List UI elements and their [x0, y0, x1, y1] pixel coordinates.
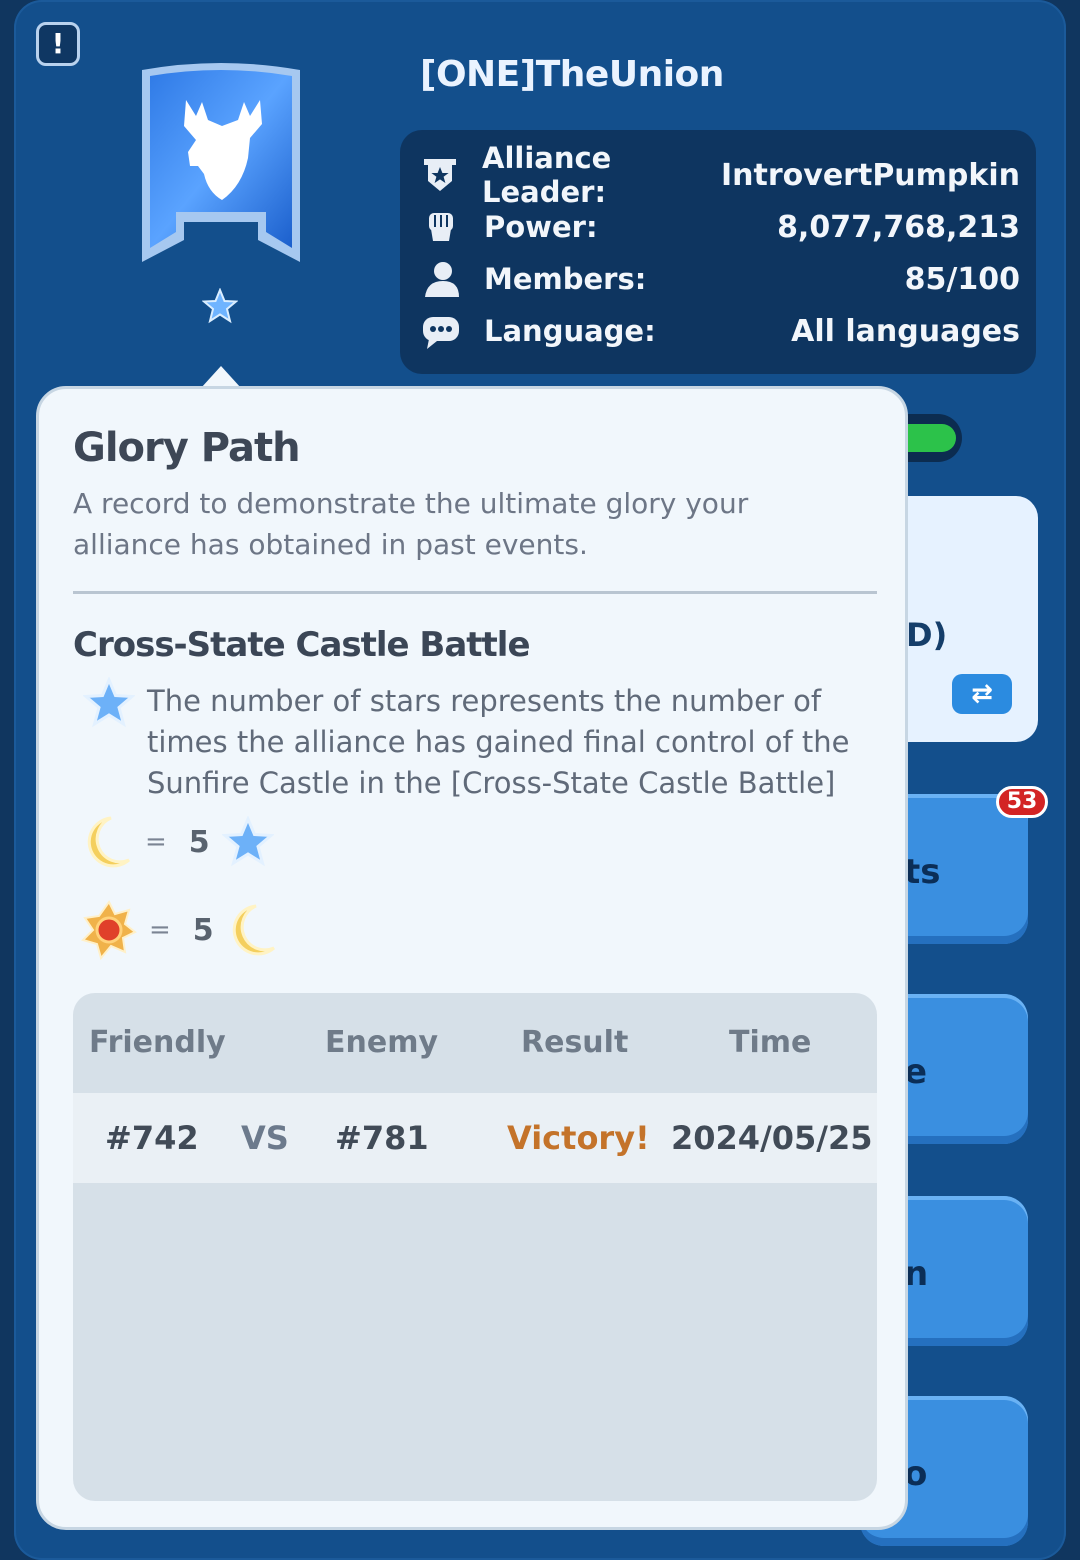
header-friendly: Friendly — [89, 1025, 226, 1060]
tooltip-pointer — [201, 366, 241, 388]
star-icon — [202, 288, 238, 324]
sun-medal-icon — [81, 900, 137, 960]
moose-emblem-icon — [142, 63, 300, 262]
leader-value[interactable]: IntrovertPumpkin — [721, 158, 1020, 193]
notification-badge: 53 — [996, 786, 1048, 818]
leader-row: Alliance Leader: IntrovertPumpkin — [420, 141, 1020, 209]
header-result: Result — [521, 1025, 629, 1060]
person-icon — [420, 258, 462, 300]
vs-label: VS — [241, 1119, 289, 1157]
fist-icon — [420, 206, 462, 248]
power-label: Power: — [484, 210, 598, 244]
swap-icon[interactable]: ⇄ — [952, 674, 1012, 714]
moon-icon — [232, 904, 275, 956]
battle-history-table: Friendly Enemy Result Time #742 VS #781 … — [73, 993, 877, 1501]
leader-label: Alliance Leader: — [482, 141, 612, 209]
equals-sign: = — [149, 915, 171, 945]
divider — [73, 591, 877, 594]
exclamation-icon[interactable]: ! — [36, 22, 80, 66]
alliance-name: [ONE]TheUnion — [420, 54, 724, 95]
glory-path-popup: Glory Path A record to demonstrate the u… — [36, 386, 908, 1530]
power-row: Power: 8,077,768,213 — [420, 204, 1020, 250]
table-header: Friendly Enemy Result Time — [73, 993, 877, 1093]
members-label: Members: — [484, 262, 647, 296]
header-enemy: Enemy — [325, 1025, 439, 1060]
popup-description: A record to demonstrate the ultimate glo… — [73, 487, 749, 561]
language-label: Language: — [484, 314, 656, 348]
language-value: All languages — [791, 313, 1020, 349]
section-title: Cross-State Castle Battle — [73, 625, 531, 665]
sun-to-moon-row: = 5 — [81, 900, 278, 960]
alliance-id-text: D) — [906, 616, 948, 654]
time-value: 2024/05/25 — [671, 1119, 873, 1157]
chat-bubble-icon — [420, 310, 462, 352]
star-icon — [221, 816, 274, 867]
equals-sign: = — [145, 827, 167, 857]
header-time: Time — [729, 1025, 812, 1060]
alliance-info-box: Alliance Leader: IntrovertPumpkin Power:… — [400, 130, 1036, 374]
moon-icon — [87, 816, 130, 868]
enemy-state: #781 — [335, 1119, 429, 1157]
friendly-state: #742 — [105, 1119, 199, 1157]
shield-star-icon — [420, 154, 460, 196]
star-icon — [83, 677, 135, 728]
language-row: Language: All languages — [420, 308, 1020, 354]
moon-to-star-row: = 5 — [81, 813, 274, 871]
result-value: Victory! — [507, 1119, 650, 1157]
star-note: The number of stars represents the numbe… — [147, 684, 850, 800]
members-value: 85/100 — [904, 261, 1020, 297]
table-row[interactable]: #742 VS #781 Victory! 2024/05/25 — [73, 1093, 877, 1183]
conversion-count: 5 — [188, 824, 210, 860]
conversion-count: 5 — [192, 912, 214, 948]
members-row: Members: 85/100 — [420, 256, 1020, 302]
popup-title: Glory Path — [73, 425, 301, 471]
power-value: 8,077,768,213 — [777, 209, 1020, 245]
menu-button-1-label: ts — [904, 852, 941, 892]
